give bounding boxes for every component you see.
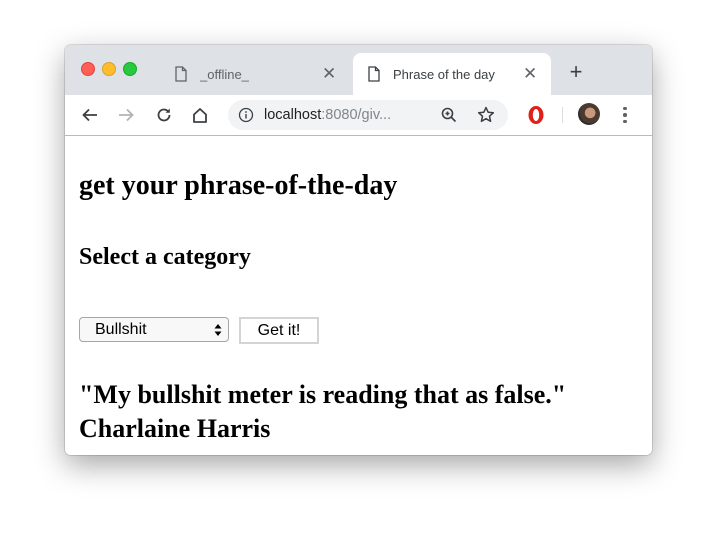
get-it-button[interactable]: Get it! [239,317,319,344]
close-tab-icon[interactable]: ✕ [322,65,336,82]
reload-icon [157,108,171,122]
category-select[interactable]: Bullshit [79,317,229,342]
info-icon[interactable] [238,107,254,123]
document-icon [175,66,187,82]
tab-phrase-of-the-day[interactable]: Phrase of the day ✕ [353,53,551,95]
page-content: get your phrase-of-the-day Select a cate… [65,136,652,455]
close-window-button[interactable] [81,62,95,76]
page-title: get your phrase-of-the-day [79,170,398,201]
category-heading: Select a category [79,244,251,270]
zoom-icon[interactable] [440,106,458,124]
back-button[interactable] [79,104,101,126]
document-icon [368,66,380,82]
url-text: localhost:8080/giv... [264,107,391,123]
select-arrows-icon [214,324,222,336]
address-bar[interactable]: localhost:8080/giv... [228,100,508,130]
new-tab-button[interactable]: + [565,61,587,83]
forward-button[interactable] [115,104,137,126]
menu-icon[interactable] [617,105,633,125]
back-icon [82,108,97,122]
tab-title: _offline_ [200,66,249,82]
quote-author: Charlaine Harris [79,414,271,443]
quote-text: "My bullshit meter is reading that as fa… [79,380,567,409]
profile-avatar[interactable] [578,103,600,125]
category-select-value: Bullshit [95,321,147,338]
browser-toolbar: localhost:8080/giv... [65,95,652,136]
reload-button[interactable] [153,104,175,126]
bookmark-star-icon[interactable] [476,105,496,125]
tab-title: Phrase of the day [393,66,495,82]
toolbar-separator [562,107,563,123]
home-button[interactable] [189,104,211,126]
url-rest: :8080/giv... [321,107,392,123]
opera-extension-icon[interactable] [525,104,547,126]
url-host: localhost [264,107,322,123]
forward-icon [119,108,134,122]
close-tab-icon[interactable]: ✕ [523,65,537,82]
tab-strip: _offline_ ✕ Phrase of the day ✕ + [65,45,652,95]
browser-window: _offline_ ✕ Phrase of the day ✕ + localh… [65,45,652,455]
tab-offline[interactable]: _offline_ ✕ [160,53,350,95]
minimize-window-button[interactable] [102,62,116,76]
zoom-window-button[interactable] [123,62,137,76]
home-icon [193,108,207,123]
